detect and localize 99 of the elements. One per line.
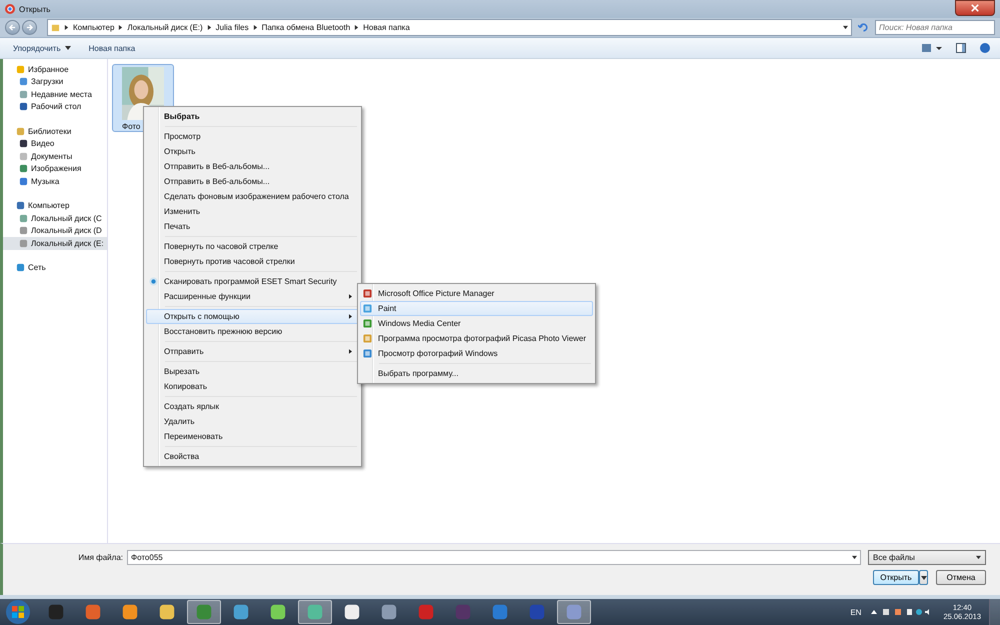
menu-item[interactable]: Повернуть по часовой стрелке: [146, 239, 359, 254]
menu-item[interactable]: Сделать фоновым изображением рабочего стола: [146, 189, 359, 204]
breadcrumb[interactable]: Julia files: [216, 23, 249, 32]
menu-item[interactable]: Windows Media Center: [360, 316, 593, 331]
back-button[interactable]: [5, 20, 20, 35]
help-icon[interactable]: [980, 43, 990, 53]
folder-icon: [51, 23, 60, 32]
breadcrumb[interactable]: Новая папка: [363, 23, 410, 32]
menu-item[interactable]: Открыть с помощью: [146, 309, 359, 324]
app-icon: [491, 603, 509, 621]
cancel-button[interactable]: Отмена: [936, 570, 986, 585]
file-name: Фото: [122, 122, 140, 131]
sidebar-item[interactable]: Видео: [3, 138, 107, 150]
preview-pane-icon[interactable]: [956, 43, 966, 53]
submenu-arrow-icon: [349, 294, 352, 299]
app-icon: [121, 603, 139, 621]
chrome-icon: [5, 4, 15, 14]
close-button[interactable]: [955, 0, 995, 16]
app-icon: [380, 603, 398, 621]
app-icon: [84, 603, 102, 621]
chevron-icon: [252, 25, 258, 30]
submenu-arrow-icon: [349, 349, 352, 354]
menu-item[interactable]: Удалить: [146, 414, 359, 429]
caret-icon: [976, 555, 981, 560]
chevron-icon: [64, 25, 69, 30]
breadcrumb[interactable]: Локальный диск (E:): [127, 23, 203, 32]
app-icon: [417, 603, 435, 621]
menu-item[interactable]: Отправить в Веб-альбомы...: [146, 159, 359, 174]
sidebar-item[interactable]: Локальный диск (E:: [3, 237, 107, 250]
menu-item[interactable]: Открыть: [146, 144, 359, 159]
file-name-label: Имя файла:: [77, 553, 123, 562]
menu-item[interactable]: Отправить в Веб-альбомы...: [146, 174, 359, 189]
app-icon: [195, 603, 213, 621]
menu-item[interactable]: Переименовать: [146, 429, 359, 444]
start-button[interactable]: [6, 600, 30, 624]
forward-button[interactable]: [22, 20, 37, 35]
sidebar-item[interactable]: Избранное: [3, 63, 107, 76]
menu-item[interactable]: Microsoft Office Picture Manager: [360, 286, 593, 301]
language-indicator[interactable]: EN: [850, 608, 862, 616]
sidebar-icon: [16, 263, 25, 272]
sidebar-item[interactable]: Музыка: [3, 175, 107, 188]
menu-item[interactable]: Сканировать программой ESET Smart Security: [146, 274, 359, 289]
sidebar-item[interactable]: Сеть: [3, 262, 107, 274]
menu-item[interactable]: Выбрать программу...: [360, 366, 593, 381]
app-icon: [158, 603, 176, 621]
file-type-select[interactable]: Все файлы: [868, 550, 986, 565]
refresh-icon[interactable]: [858, 22, 869, 33]
app-icon: [47, 603, 65, 621]
tray-icons[interactable]: [871, 608, 932, 616]
menu-item[interactable]: Изменить: [146, 204, 359, 219]
app-icon: [343, 603, 361, 621]
sidebar-item[interactable]: Документы: [3, 150, 107, 162]
menu-item[interactable]: Расширенные функции: [146, 289, 359, 304]
sidebar-item[interactable]: Компьютер: [3, 200, 107, 212]
menu-item[interactable]: Печать: [146, 219, 359, 234]
sidebar-item[interactable]: Библиотеки: [3, 125, 107, 138]
new-folder-button[interactable]: Новая папка: [84, 42, 140, 54]
submenu-arrow-icon: [349, 314, 352, 319]
dropdown-icon[interactable]: [852, 555, 857, 560]
menu-item[interactable]: Свойства: [146, 449, 359, 464]
menu-item[interactable]: Программа просмотра фотографий Picasa Photo Viewer: [360, 331, 593, 346]
close-icon: [971, 4, 979, 12]
dropdown-icon[interactable]: [843, 25, 848, 30]
app-icon: [565, 603, 583, 621]
app-icon: [232, 603, 250, 621]
open-button[interactable]: Открыть: [873, 570, 919, 585]
app-icon: [454, 603, 472, 621]
sidebar-item[interactable]: Недавние места: [3, 88, 107, 100]
menu-item[interactable]: Восстановить прежнюю версию: [146, 324, 359, 339]
search-field[interactable]: Поиск: Новая папка: [875, 20, 995, 35]
breadcrumb[interactable]: Папка обмена Bluetooth: [262, 23, 350, 32]
app-icon: [269, 603, 287, 621]
address-bar[interactable]: Компьютер Локальный диск (E:) Julia files Папка обмена Bluetooth Новая папка: [47, 19, 852, 36]
window-title: Открыть: [19, 4, 50, 14]
app-icon: [528, 603, 546, 621]
sidebar-item[interactable]: Рабочий стол: [3, 100, 107, 113]
menu-item[interactable]: Создать ярлык: [146, 399, 359, 414]
caret-icon: [920, 576, 926, 580]
menu-item[interactable]: Paint: [360, 301, 593, 316]
chevron-icon: [354, 25, 360, 30]
menu-item[interactable]: Повернуть против часовой стрелки: [146, 254, 359, 269]
sidebar-item[interactable]: Локальный диск (D: [3, 224, 107, 237]
breadcrumb[interactable]: Компьютер: [73, 23, 114, 32]
chevron-icon: [118, 25, 124, 30]
open-dropdown-button[interactable]: [919, 570, 928, 585]
chevron-icon: [206, 25, 212, 30]
view-icon[interactable]: [922, 43, 942, 53]
sidebar-item[interactable]: Загрузки: [3, 76, 107, 88]
caret-icon: [64, 46, 71, 50]
sidebar-item[interactable]: Изображения: [3, 162, 107, 175]
file-name-field[interactable]: Фото055: [127, 550, 861, 565]
menu-item[interactable]: Просмотр фотографий Windows: [360, 346, 593, 361]
menu-item[interactable]: Просмотр: [146, 129, 359, 144]
menu-item[interactable]: Вырезать: [146, 364, 359, 379]
app-icon: [306, 603, 324, 621]
sidebar-item[interactable]: Локальный диск (C: [3, 212, 107, 224]
organize-button[interactable]: Упорядочить: [8, 42, 76, 54]
menu-item[interactable]: Копировать: [146, 379, 359, 394]
menu-item[interactable]: Отправить: [146, 344, 359, 359]
